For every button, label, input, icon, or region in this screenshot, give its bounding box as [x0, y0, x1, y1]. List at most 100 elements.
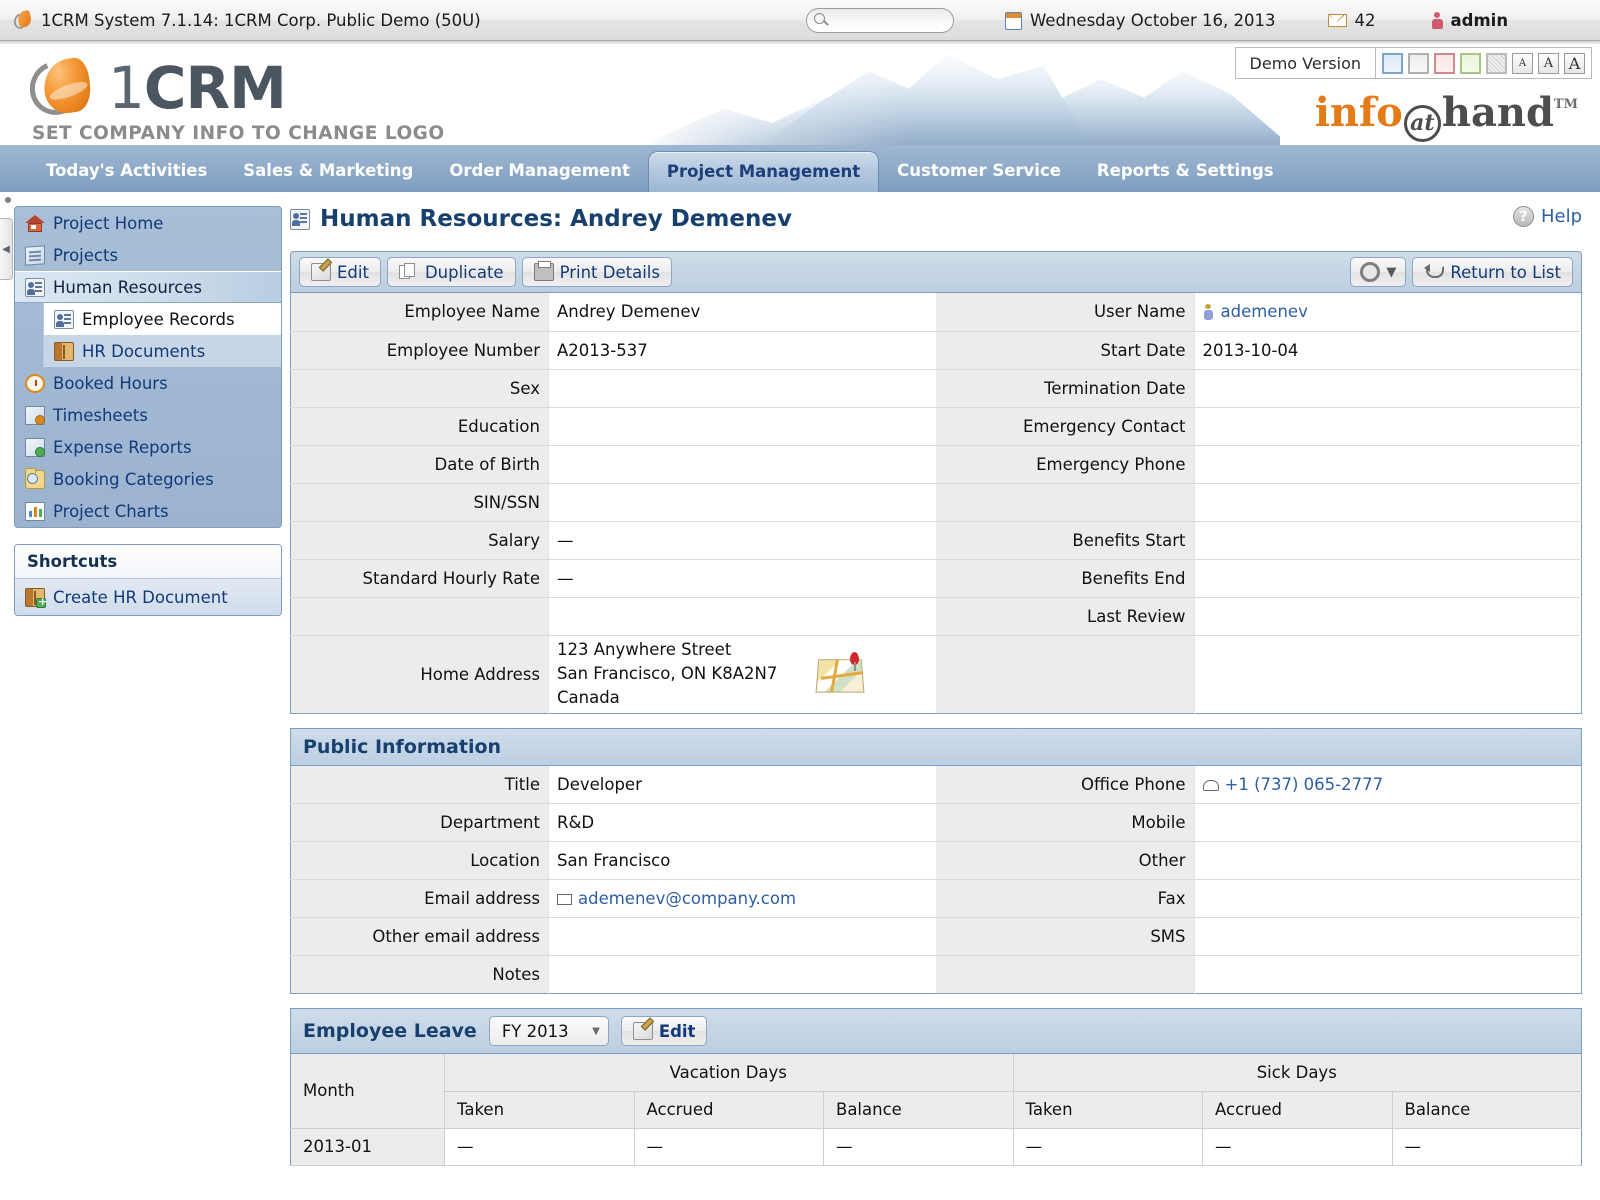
gray-theme-swatch[interactable] — [1408, 52, 1429, 74]
username-link[interactable]: ademenev — [1221, 302, 1308, 321]
tab-customer-service[interactable]: Customer Service — [879, 149, 1079, 192]
table-row: Sex Termination Date — [290, 369, 1582, 408]
global-search[interactable] — [806, 8, 954, 33]
sidebar-item-project-home[interactable]: Project Home — [15, 207, 281, 239]
folder-search-icon — [25, 467, 45, 489]
blue-theme-swatch[interactable] — [1382, 52, 1403, 74]
edit-button-label: Edit — [337, 262, 369, 282]
inbox-counter[interactable]: 42 — [1327, 11, 1376, 30]
field-value-office-phone: +1 (737) 065-2777 — [1194, 765, 1582, 804]
sidebar-item-employee-records[interactable]: Employee Records — [44, 303, 281, 335]
office-phone-link[interactable]: +1 (737) 065-2777 — [1225, 775, 1384, 794]
sidebar-item-human-resources[interactable]: Human Resources — [15, 271, 281, 303]
field-label: Last Review — [936, 597, 1195, 636]
field-label: Start Date — [936, 331, 1195, 370]
actions-menu-button[interactable]: ▼ — [1350, 257, 1407, 287]
field-label: Fax — [936, 879, 1195, 918]
row-month: 2013-01 — [290, 1128, 445, 1166]
toolbar-right-group: ▼ Return to List — [1350, 257, 1573, 287]
email-link[interactable]: ademenev@company.com — [578, 889, 796, 908]
at-circle-icon: at — [1403, 105, 1441, 142]
page-title-text: Human Resources: Andrey Demenev — [320, 206, 792, 232]
map-pin-icon[interactable] — [815, 652, 867, 696]
field-label: Email address — [290, 879, 549, 918]
current-user[interactable]: admin — [1431, 11, 1509, 30]
field-label: Other email address — [290, 917, 549, 956]
font-size-small-button[interactable]: A — [1512, 52, 1533, 74]
font-size-large-button[interactable]: A — [1564, 52, 1585, 74]
public-information-title: Public Information — [303, 735, 502, 758]
field-value: Developer — [548, 765, 936, 804]
tab-sales-marketing[interactable]: Sales & Marketing — [225, 149, 431, 192]
field-value — [1194, 521, 1582, 560]
field-value: R&D — [548, 803, 936, 842]
field-value — [1194, 803, 1582, 842]
current-user-name: admin — [1450, 11, 1509, 30]
fiscal-year-value: FY 2013 — [501, 1021, 569, 1041]
field-value — [548, 955, 936, 994]
leave-edit-button[interactable]: Edit — [620, 1016, 708, 1046]
tab-todays-activities[interactable]: Today's Activities — [28, 149, 225, 192]
field-value — [548, 445, 936, 484]
field-label-empty — [936, 955, 1195, 994]
field-label: Sex — [290, 369, 549, 408]
return-to-list-label: Return to List — [1450, 262, 1561, 282]
tab-reports-settings[interactable]: Reports & Settings — [1079, 149, 1292, 192]
field-label-empty — [936, 635, 1195, 713]
field-label: Title — [290, 765, 549, 804]
sidebar-item-projects[interactable]: Projects — [15, 239, 281, 271]
sidebar-item-label: Project Home — [53, 213, 164, 233]
sidebar-item-project-charts[interactable]: Project Charts — [15, 495, 281, 527]
sidebar-item-label: Project Charts — [53, 501, 169, 521]
application-top-bar: 1CRM System 7.1.14: 1CRM Corp. Public De… — [0, 0, 1600, 41]
help-link[interactable]: ? Help — [1512, 206, 1582, 227]
field-label: Termination Date — [936, 369, 1195, 408]
field-value: Andrey Demenev — [548, 293, 936, 332]
tab-order-management[interactable]: Order Management — [431, 149, 648, 192]
sidebar-submenu: Employee Records HR Documents — [43, 303, 281, 367]
table-row: Employee Name Andrey Demenev User Name a… — [290, 293, 1582, 332]
red-theme-swatch[interactable] — [1434, 52, 1455, 74]
duplicate-button-label: Duplicate — [424, 262, 504, 282]
infoathand-brand: info at handTM — [1315, 93, 1578, 142]
sidebar-item-booking-categories[interactable]: Booking Categories — [15, 463, 281, 495]
page-body: ◀ Project Home Projects Human Resources … — [0, 192, 1600, 1200]
return-to-list-button[interactable]: Return to List — [1412, 257, 1573, 287]
table-row: Last Review — [290, 597, 1582, 636]
sidebar-collapse-handle[interactable]: ◀ — [0, 218, 13, 280]
employee-leave-table: Month Vacation Days Sick Days Taken Accr… — [290, 1054, 1582, 1166]
field-label: User Name — [936, 293, 1195, 332]
sidebar-item-timesheets[interactable]: Timesheets — [15, 399, 281, 431]
field-value: San Francisco — [548, 841, 936, 880]
edit-button[interactable]: Edit — [299, 257, 381, 287]
main-content: Human Resources: Andrey Demenev ? Help E… — [282, 192, 1600, 1200]
chevron-down-icon: ▼ — [592, 1025, 600, 1037]
company-logo[interactable]: 1CRM SET COMPANY INFO TO CHANGE LOGO — [21, 53, 445, 144]
field-value — [548, 917, 936, 956]
window-title-text: 1CRM System 7.1.14: 1CRM Corp. Public De… — [41, 10, 481, 30]
search-icon — [814, 13, 825, 24]
green-theme-swatch[interactable] — [1460, 52, 1481, 74]
sidebar-item-expense-reports[interactable]: Expense Reports — [15, 431, 281, 463]
sidebar-subitem-label: HR Documents — [82, 341, 206, 361]
employee-leave-title: Employee Leave — [303, 1020, 477, 1042]
clock-icon — [25, 373, 45, 393]
shortcut-create-hr-document[interactable]: Create HR Document — [15, 579, 281, 615]
search-input[interactable] — [806, 8, 954, 33]
font-size-medium-button[interactable]: A — [1538, 52, 1559, 74]
timesheet-icon — [25, 405, 45, 425]
texture-theme-swatch[interactable] — [1486, 52, 1507, 74]
field-value-username: ademenev — [1194, 293, 1582, 332]
print-details-button[interactable]: Print Details — [521, 257, 672, 287]
page-title: Human Resources: Andrey Demenev — [290, 206, 792, 232]
sidebar-item-hr-documents[interactable]: HR Documents — [44, 335, 281, 367]
column-header-month: Month — [290, 1054, 445, 1129]
duplicate-button[interactable]: Duplicate — [386, 257, 516, 287]
fiscal-year-select[interactable]: FY 2013 ▼ — [488, 1016, 609, 1046]
table-row: Standard Hourly Rate — Benefits End — [290, 559, 1582, 598]
sidebar-item-booked-hours[interactable]: Booked Hours — [15, 367, 281, 399]
table-row: Location San Francisco Other — [290, 841, 1582, 880]
tab-project-management[interactable]: Project Management — [647, 151, 880, 192]
table-row: 2013-01 — — — — — — — [290, 1128, 1582, 1166]
cell-sick-taken: — — [1012, 1128, 1203, 1166]
